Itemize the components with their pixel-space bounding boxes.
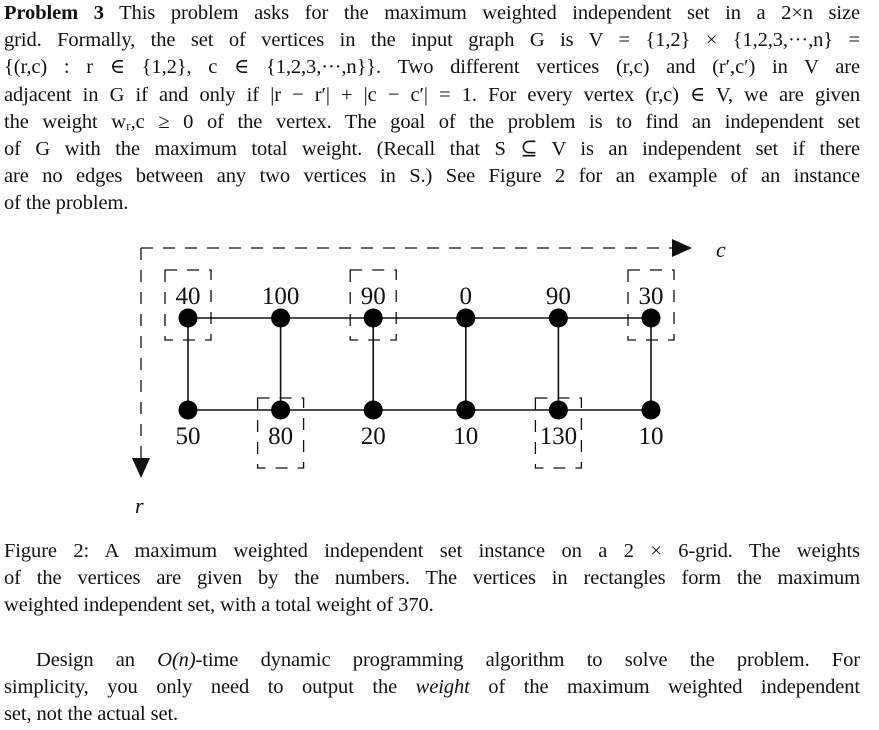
caption-line-3: weighted independent set, with a total w…: [4, 594, 434, 617]
vertex: [178, 400, 198, 420]
vertex-weight: 100: [262, 283, 300, 310]
vertex: [548, 400, 568, 420]
task-statement: Design an O(n)-time dynamic programming …: [4, 647, 860, 729]
vertex-weight: 40: [176, 283, 201, 310]
problem-statement: Problem 3 This problem asks for the maxi…: [4, 0, 860, 218]
vertex-weight: 80: [268, 423, 293, 450]
problem-heading: Problem 3: [4, 2, 104, 24]
problem-line-8: of the problem.: [4, 192, 129, 215]
caption-line-2: of the vertices are given by the numbers…: [4, 567, 860, 590]
complexity-math: O(n): [157, 649, 196, 671]
vertex: [363, 400, 383, 420]
task-line-1: Design an O(n)-time dynamic programming …: [36, 649, 860, 671]
vertex: [548, 308, 568, 328]
vertex: [271, 308, 291, 328]
axes: c r: [132, 237, 726, 518]
grid-figure: c r 40 100 90 0 90 30 50 80 20 10 130 10: [132, 237, 726, 518]
vertex-weight: 90: [361, 283, 386, 310]
vertex: [641, 308, 661, 328]
vertex-weight: 50: [176, 423, 201, 450]
caption-line-1: Figure 2: A maximum weighted independent…: [4, 540, 860, 562]
vertex: [178, 308, 198, 328]
problem-line-4: adjacent in G if and only if |r − r′| + …: [4, 83, 860, 106]
problem-line-1: Problem 3 This problem asks for the maxi…: [4, 2, 861, 24]
vertex-weight: 10: [453, 423, 478, 450]
vertex: [271, 400, 291, 420]
grid-vertices: [178, 308, 661, 420]
row-axis-label: r: [135, 493, 144, 518]
problem-line-6: of G with the maximum total weight. (Rec…: [4, 138, 860, 161]
emphasis-weight: weight: [415, 676, 470, 699]
grid-edges: [187, 317, 652, 411]
vertex-weight: 20: [361, 423, 386, 450]
task-line-2: simplicity, you only need to output the …: [4, 676, 860, 699]
problem-line-7: are no edges between any two vertices in…: [4, 165, 860, 188]
column-axis-arrow-icon: [672, 239, 692, 257]
column-axis-label: c: [716, 237, 726, 262]
vertex-weight: 10: [639, 423, 664, 450]
vertex-weight: 30: [639, 283, 664, 310]
vertex: [363, 308, 383, 328]
row-axis-arrow-icon: [132, 458, 150, 478]
selection-boxes: [164, 269, 675, 469]
task-line-3: set, not the actual set.: [4, 703, 179, 726]
vertex-weight: 130: [540, 423, 578, 450]
vertex: [456, 400, 476, 420]
weight-labels: 40 100 90 0 90 30 50 80 20 10 130 10: [176, 283, 664, 450]
problem-line-5: the weight wᵣ,c ≥ 0 of the vertex. The g…: [4, 110, 860, 133]
vertex-weight: 0: [460, 283, 473, 310]
problem-line-3: {(r,c) : r ∈ {1,2}, c ∈ {1,2,3,···,n}}. …: [4, 56, 860, 79]
vertex: [456, 308, 476, 328]
vertex: [641, 400, 661, 420]
vertex-weight: 90: [546, 283, 571, 310]
problem-line-2: grid. Formally, the set of vertices in t…: [4, 29, 860, 52]
figure-caption: Figure 2: A maximum weighted independent…: [4, 538, 860, 620]
